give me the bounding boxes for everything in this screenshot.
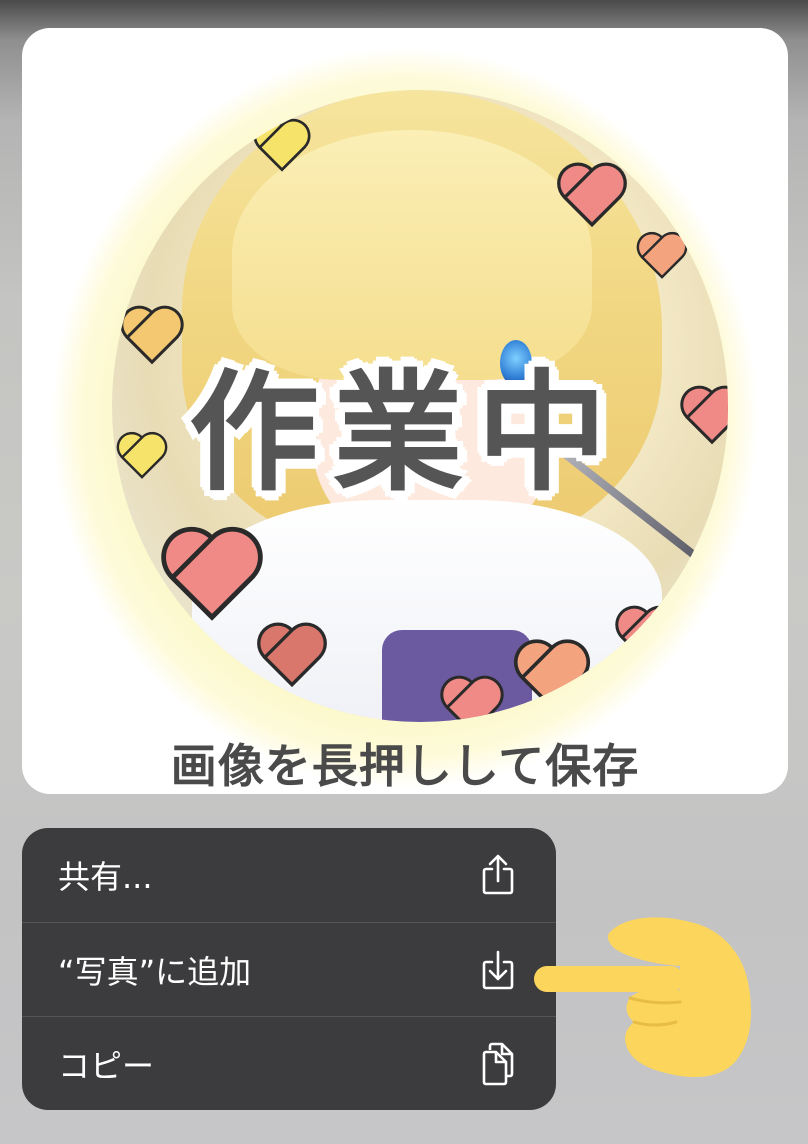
heart-icon [638, 235, 686, 278]
heart-icon [259, 627, 325, 686]
menu-item-copy[interactable]: コピー [22, 1016, 556, 1110]
heart-icon [559, 167, 625, 226]
pointing-hand-icon [534, 917, 752, 1078]
image-preview[interactable]: 作業中 画像を長押しして保存 [22, 28, 788, 794]
menu-item-share[interactable]: 共有... [22, 828, 556, 922]
heart-icon [255, 123, 309, 172]
preview-caption: 画像を長押しして保存 [170, 739, 640, 793]
heart-icon [442, 680, 502, 722]
heart-icon [164, 534, 260, 620]
heart-icon [617, 610, 677, 664]
menu-item-label: 共有... [58, 858, 153, 896]
context-menu: 共有... “写真”に追加 コピー [22, 828, 556, 1110]
menu-item-save-to-photos[interactable]: “写真”に追加 [22, 922, 556, 1016]
share-icon [482, 854, 514, 895]
overlay-title: 作業中 [188, 357, 621, 509]
heart-icon [516, 645, 588, 710]
menu-item-label: コピー [58, 1046, 155, 1085]
save-to-photos-icon [482, 950, 514, 989]
menu-item-label: “写真”に追加 [58, 952, 252, 991]
copy-icon [482, 1042, 514, 1085]
